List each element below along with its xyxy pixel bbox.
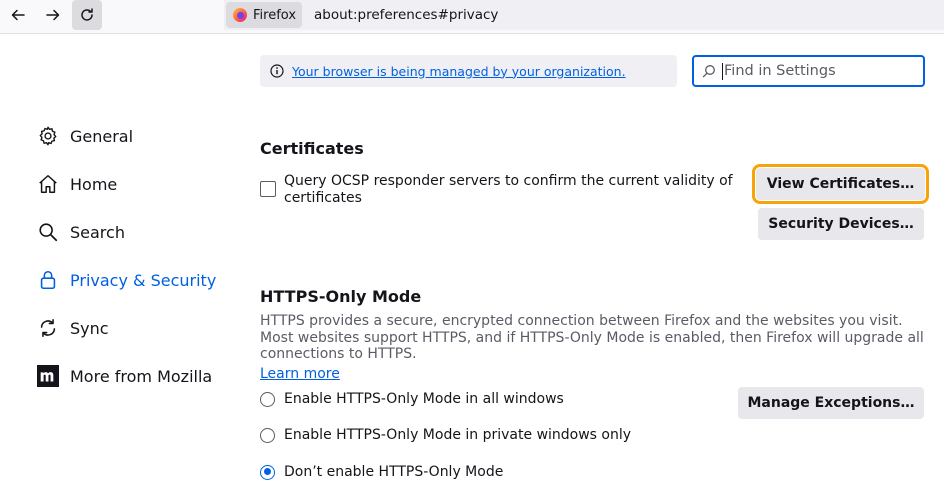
forward-button[interactable] xyxy=(38,0,68,30)
search-icon xyxy=(702,65,715,78)
https-only-all-windows-option[interactable]: Enable HTTPS-Only Mode in all windows xyxy=(260,391,564,407)
firefox-logo-icon xyxy=(233,8,247,22)
radio-button[interactable] xyxy=(260,427,275,443)
category-sidebar: General Home Search Privacy & Security S… xyxy=(36,112,236,400)
back-button[interactable] xyxy=(3,0,33,30)
sidebar-item-label: Home xyxy=(70,174,118,194)
identity-box[interactable]: Firefox xyxy=(226,2,303,28)
url-text[interactable]: about:preferences#privacy xyxy=(314,7,498,23)
radio-button-selected[interactable] xyxy=(260,464,275,480)
home-icon xyxy=(36,172,60,196)
policies-banner: Your browser is being managed by your or… xyxy=(260,55,677,87)
sidebar-item-label: Search xyxy=(70,222,125,242)
info-icon xyxy=(270,64,284,78)
reload-button[interactable] xyxy=(72,0,102,30)
radio-label[interactable]: Don’t enable HTTPS-Only Mode xyxy=(284,464,503,480)
search-placeholder: Find in Settings xyxy=(724,63,836,79)
sidebar-item-label: Sync xyxy=(70,318,109,338)
https-only-disabled-option[interactable]: Don’t enable HTTPS-Only Mode xyxy=(260,464,503,480)
learn-more-link[interactable]: Learn more xyxy=(260,366,340,382)
search-icon xyxy=(36,220,60,244)
security-devices-button[interactable]: Security Devices… xyxy=(758,208,924,240)
sidebar-item-general[interactable]: General xyxy=(36,112,236,160)
ocsp-checkbox[interactable] xyxy=(260,181,276,197)
sidebar-item-home[interactable]: Home xyxy=(36,160,236,208)
sidebar-item-privacy[interactable]: Privacy & Security xyxy=(36,256,236,304)
view-certificates-button[interactable]: View Certificates… xyxy=(752,164,929,204)
ocsp-checkbox-label[interactable]: Query OCSP responder servers to confirm … xyxy=(284,173,734,206)
https-only-private-option[interactable]: Enable HTTPS-Only Mode in private window… xyxy=(260,427,631,443)
sidebar-item-label: General xyxy=(70,126,134,146)
identity-label: Firefox xyxy=(253,7,297,23)
reload-icon xyxy=(81,8,93,21)
sidebar-item-label: Privacy & Security xyxy=(70,270,217,290)
arrow-right-icon xyxy=(46,9,60,21)
sidebar-item-mozilla[interactable]: More from Mozilla xyxy=(36,352,236,400)
certificates-heading: Certificates xyxy=(260,139,364,158)
sidebar-item-label: More from Mozilla xyxy=(70,366,213,386)
browser-toolbar: Firefox about:preferences#privacy xyxy=(0,0,944,34)
sidebar-item-sync[interactable]: Sync xyxy=(36,304,236,352)
managed-link[interactable]: Your browser is being managed by your or… xyxy=(292,64,626,79)
manage-exceptions-button[interactable]: Manage Exceptions… xyxy=(738,387,924,419)
arrow-left-icon xyxy=(11,9,25,21)
radio-button[interactable] xyxy=(260,391,275,407)
sidebar-item-search[interactable]: Search xyxy=(36,208,236,256)
text-caret xyxy=(722,62,723,80)
sync-icon xyxy=(36,316,60,340)
gear-icon xyxy=(36,124,60,148)
search-input[interactable]: Find in Settings xyxy=(692,55,925,87)
mozilla-icon xyxy=(36,364,60,388)
radio-label[interactable]: Enable HTTPS-Only Mode in all windows xyxy=(284,391,564,407)
radio-label[interactable]: Enable HTTPS-Only Mode in private window… xyxy=(284,427,631,443)
lock-icon xyxy=(36,268,60,292)
url-bar[interactable]: Firefox about:preferences#privacy xyxy=(224,0,944,30)
https-only-description: HTTPS provides a secure, encrypted conne… xyxy=(260,313,924,362)
https-only-heading: HTTPS-Only Mode xyxy=(260,287,422,306)
